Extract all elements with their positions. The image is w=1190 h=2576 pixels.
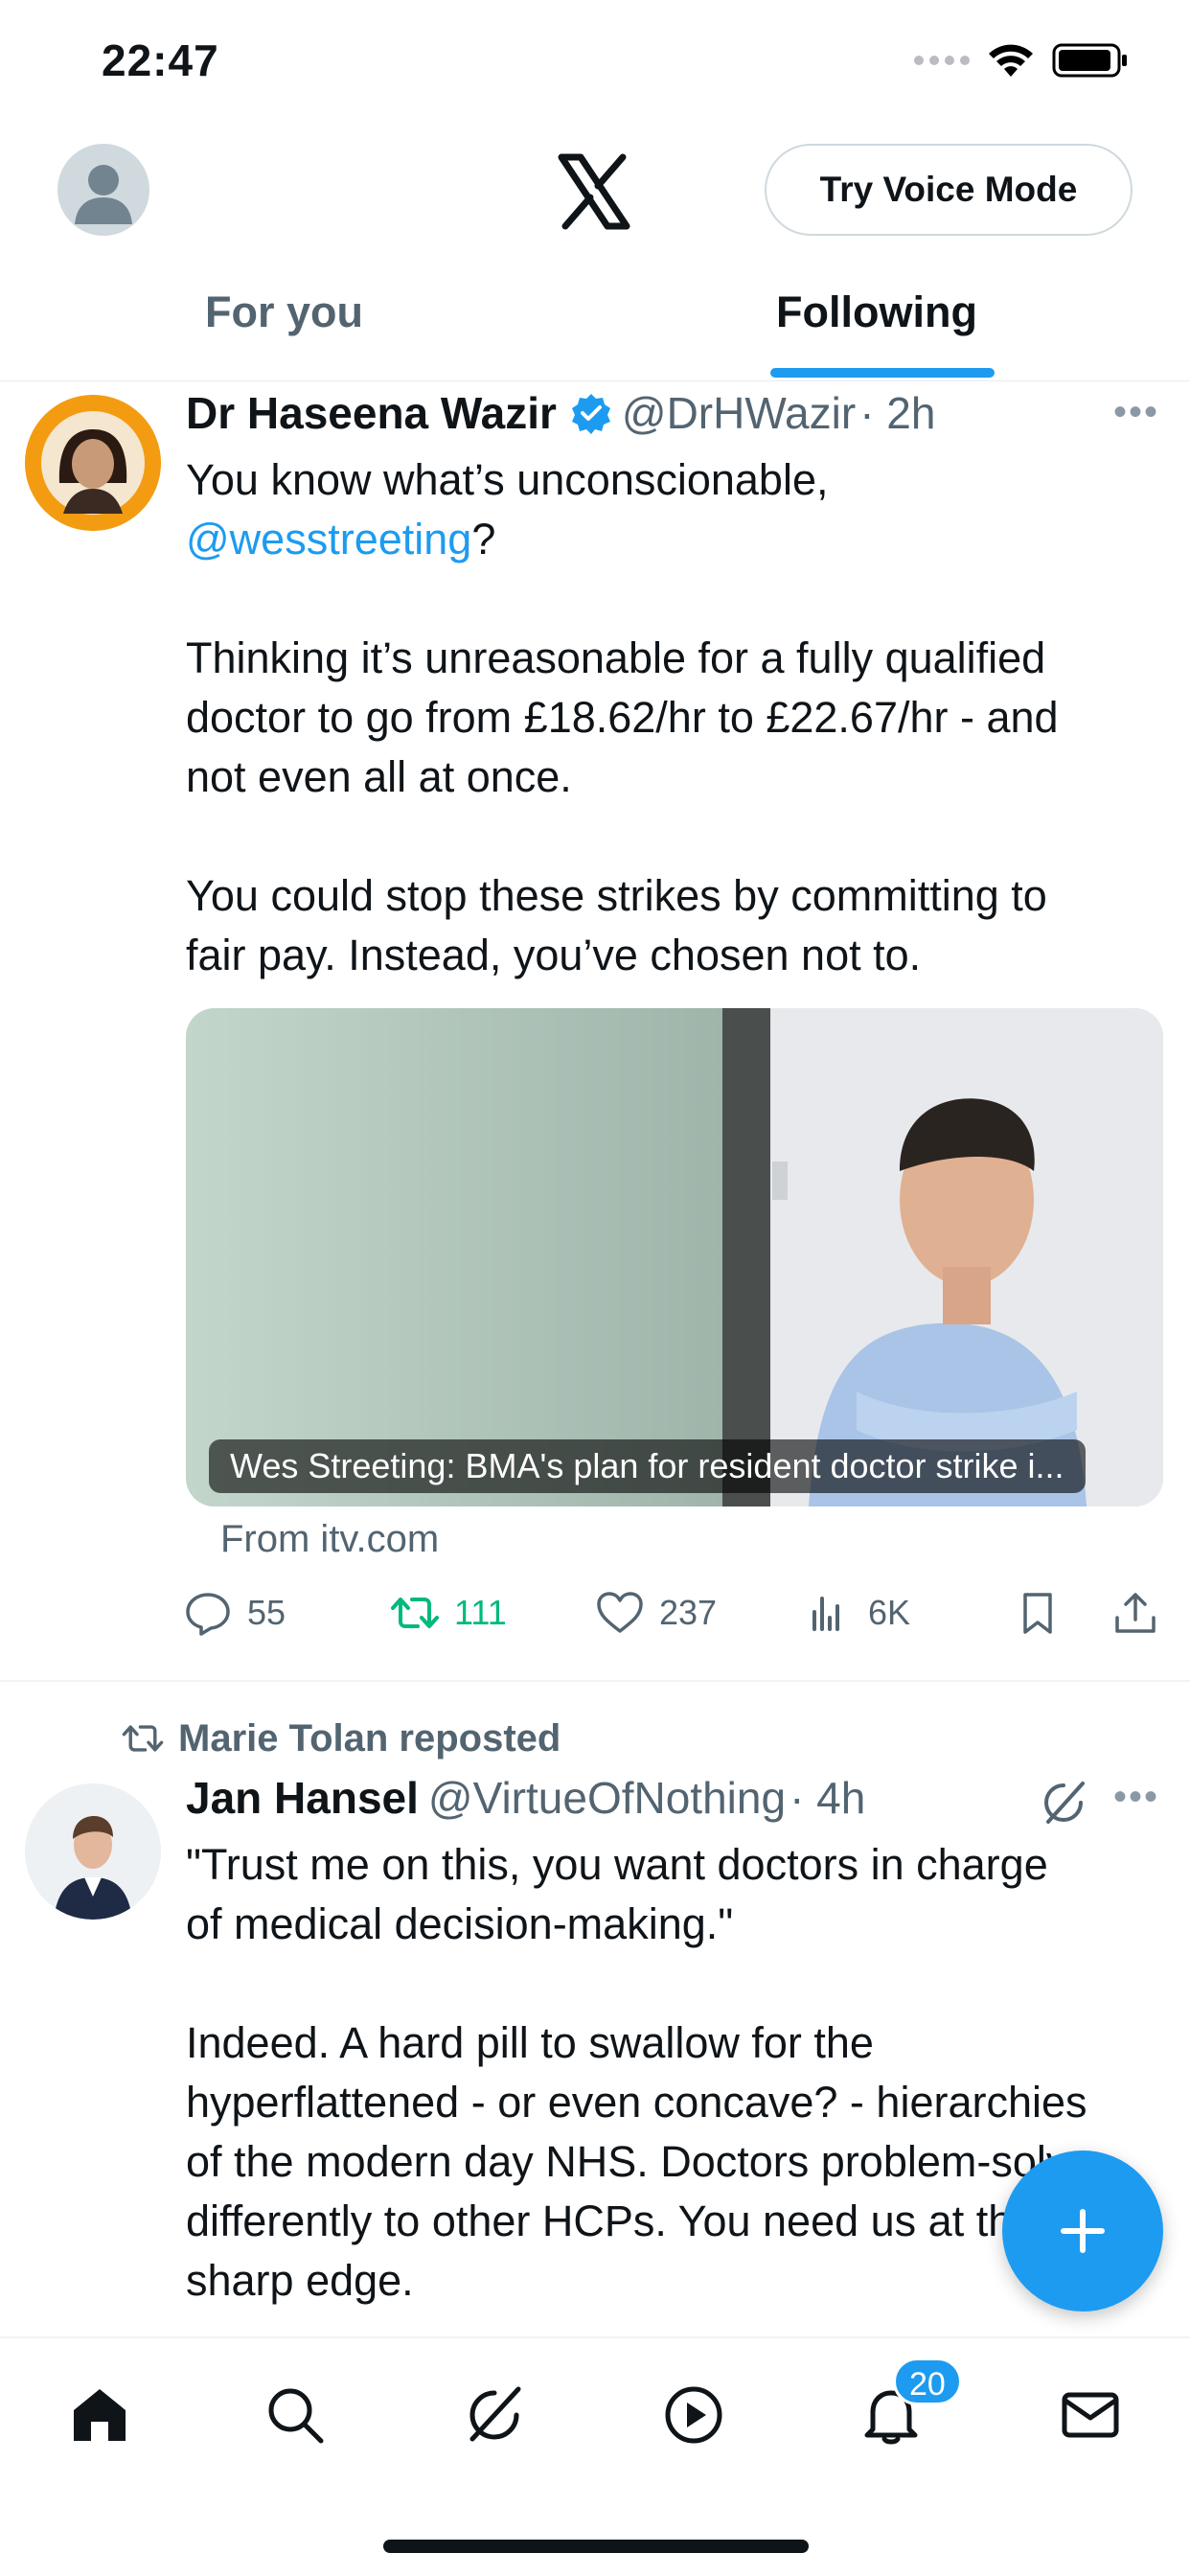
link-card-source[interactable]: From itv.com [220, 1518, 439, 1561]
heart-icon [597, 1592, 643, 1633]
author-handle[interactable]: @VirtueOfNothing [428, 1772, 786, 1824]
status-time: 22:47 [102, 35, 219, 85]
reposted-by-label: Marie Tolan reposted [178, 1716, 561, 1760]
home-icon [74, 2389, 126, 2441]
more-options-icon[interactable]: ••• [1113, 1776, 1159, 1819]
author-handle[interactable]: @DrHWazir [622, 387, 856, 439]
repost-context[interactable]: Marie Tolan reposted [121, 1716, 561, 1760]
notifications-badge: 20 [893, 2358, 962, 2405]
tweet-line: You could stop these strikes by committi… [186, 871, 1047, 920]
link-preview-image [186, 1008, 1163, 1506]
status-icons [914, 42, 1129, 79]
reply-count: 55 [247, 1593, 286, 1632]
repost-icon [122, 1725, 164, 1752]
like-button[interactable]: 237 [594, 1587, 717, 1639]
default-avatar-icon [75, 165, 132, 224]
tweet-line: not even all at once. [186, 752, 572, 801]
nav-video[interactable] [655, 2377, 732, 2453]
tweet-line: Thinking it’s unreasonable for a fully q… [186, 633, 1046, 682]
tweet-line: doctor to go from £18.62/hr to £22.67/hr… [186, 693, 1059, 742]
play-icon [665, 2386, 722, 2444]
x-logo-icon[interactable] [556, 153, 632, 230]
tweet-line: fair pay. Instead, you’ve chosen not to. [186, 931, 922, 979]
cellular-signal-icon [914, 56, 970, 65]
tweet-line: of medical decision-making." [186, 1899, 734, 1948]
repost-icon [391, 1598, 439, 1628]
envelope-icon [1062, 2392, 1119, 2438]
tweet-line: "Trust me on this, you want doctors in c… [186, 1840, 1048, 1889]
tweet[interactable]: Dr Haseena Wazir @DrHWazir · 2h ••• You … [0, 383, 1190, 1682]
views-button[interactable]: 6K [803, 1587, 910, 1639]
author-name[interactable]: Jan Hansel [186, 1772, 419, 1824]
verified-badge-icon [571, 394, 610, 434]
tweet-header: Dr Haseena Wazir @DrHWazir · 2h [186, 387, 935, 439]
tweet-actions: 55 111 237 6K [182, 1587, 1169, 1654]
avatar-image [25, 395, 161, 531]
author-avatar[interactable] [25, 395, 161, 531]
tweet-line: hyperflattened - or even concave? - hier… [186, 2078, 1087, 2127]
tweet-line: Indeed. A hard pill to swallow for the [186, 2018, 874, 2067]
author-name[interactable]: Dr Haseena Wazir [186, 387, 557, 439]
like-count: 237 [659, 1593, 718, 1632]
bookmark-button[interactable] [1012, 1587, 1064, 1639]
wifi-icon [989, 44, 1033, 77]
more-options-icon[interactable]: ••• [1113, 391, 1159, 434]
reply-icon [186, 1593, 230, 1636]
compose-post-button[interactable] [1002, 2150, 1163, 2312]
tab-following[interactable]: Following [776, 288, 977, 337]
status-bar: 22:47 [0, 0, 1190, 125]
try-voice-mode-button[interactable]: Try Voice Mode [765, 144, 1133, 236]
plus-icon [1061, 2209, 1105, 2253]
reply-button[interactable]: 55 [182, 1587, 286, 1639]
grok-icon[interactable] [1039, 1778, 1088, 1828]
avatar-image [25, 1783, 161, 1920]
nav-search[interactable] [257, 2377, 333, 2453]
home-indicator [383, 2540, 809, 2553]
timeline-tabs: For you Following [0, 278, 1190, 381]
mention-link[interactable]: @wesstreeting [186, 515, 471, 564]
tweet-header: Jan Hansel @VirtueOfNothing · 4h [186, 1772, 865, 1824]
tweet-line: You know what’s unconscionable, [186, 455, 829, 504]
author-avatar[interactable] [25, 1783, 161, 1920]
views-count: 6K [868, 1593, 911, 1632]
profile-avatar-button[interactable] [57, 144, 149, 236]
share-button[interactable] [1110, 1587, 1161, 1639]
tab-for-you[interactable]: For you [205, 288, 363, 337]
nav-home[interactable] [61, 2377, 138, 2453]
repost-button[interactable]: 111 [389, 1587, 507, 1639]
nav-messages[interactable] [1052, 2377, 1129, 2453]
tweet-time: · 2h [859, 388, 936, 438]
tweet-line: @wesstreeting? [186, 515, 496, 564]
top-header: Try Voice Mode [0, 125, 1190, 259]
tweet-text: You know what’s unconscionable, @wesstre… [186, 450, 1163, 985]
repost-count: 111 [454, 1593, 507, 1632]
battery-icon [1052, 43, 1127, 78]
bookmark-icon [1023, 1593, 1052, 1634]
search-icon [268, 2388, 324, 2444]
link-preview-card[interactable]: Wes Streeting: BMA's plan for resident d… [186, 1008, 1163, 1506]
active-tab-indicator [770, 368, 995, 378]
grok-icon [469, 2386, 521, 2442]
nav-grok[interactable] [456, 2377, 533, 2453]
link-card-caption: Wes Streeting: BMA's plan for resident d… [209, 1439, 1086, 1493]
share-icon [1115, 1593, 1156, 1633]
tweet-time: · 4h [790, 1773, 866, 1823]
views-chart-icon [812, 1597, 839, 1631]
